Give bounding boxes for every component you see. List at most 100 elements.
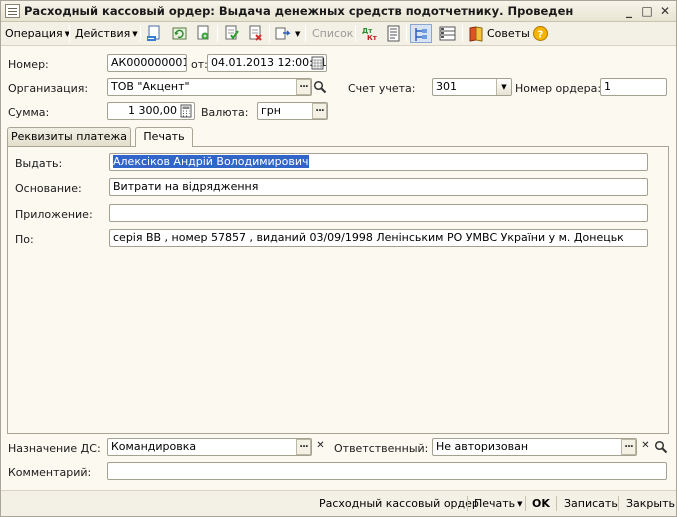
currency-label: Валюта: [201,106,249,119]
search-icon[interactable] [654,440,668,454]
bottom-separator [618,496,619,511]
operation-menu[interactable]: Операция ▼ [5,24,70,43]
toolbar-separator [355,25,356,42]
basis-field[interactable]: Витрати на відрядження [109,178,648,196]
calculator-icon[interactable] [180,104,192,118]
toolbar-separator [305,25,306,42]
actions-menu-label: Действия [75,27,131,40]
minimize-button[interactable]: _ [621,3,637,19]
bottom-separator [556,496,557,511]
print-tab-panel: Выдать: Алексіков Андрій Володимирович О… [7,146,669,434]
chevron-down-icon: ▼ [132,29,138,38]
title-bar: Расходный кассовый ордер: Выдача денежны… [1,1,676,22]
comment-label: Комментарий: [8,466,92,479]
print-menu-label: Печать [474,497,516,510]
document-structure-icon[interactable] [385,25,402,42]
form-settings-icon[interactable] [439,25,456,42]
date-label: от: [191,58,208,71]
tips-book-icon [469,26,483,42]
select-organization-button[interactable]: ... [296,79,311,95]
select-responsible-button[interactable]: ... [621,439,636,455]
print-menu[interactable]: Печать ▼ [474,497,523,510]
document-icon [5,4,20,18]
toolbar-separator [217,25,218,42]
sum-value: 1 300,00 [128,104,177,117]
window-title: Расходный кассовый ордер: Выдача денежны… [24,4,574,18]
account-field[interactable]: 301 ▼ [432,78,512,96]
post-close-icon[interactable] [146,25,163,42]
svg-text:Кт: Кт [367,34,378,42]
unpost-document-icon[interactable] [247,25,264,42]
maximize-button[interactable]: □ [639,3,655,19]
chevron-down-icon: ▼ [517,500,523,508]
issue-to-label: Выдать: [15,157,63,170]
document-window: Расходный кассовый ордер: Выдача денежны… [0,0,677,517]
currency-value: грн [261,104,281,117]
organization-value: ТОВ "Акцент" [111,80,190,93]
toolbar-separator [406,25,407,42]
date-value: 04.01.2013 12:00:01 [211,56,327,69]
sum-field[interactable]: 1 300,00 [107,102,195,120]
sum-label: Сумма: [8,106,50,119]
search-icon[interactable] [313,80,327,94]
account-value: 301 [436,80,457,93]
tab-payment-details[interactable]: Реквизиты платежа [7,127,131,146]
toolbar-separator [462,25,463,42]
toolbar-separator [69,25,70,42]
print-order-button[interactable]: Расходный кассовый ордер [319,497,479,510]
basis-label: Основание: [15,182,82,195]
organization-field[interactable]: ТОВ "Акцент" ... [107,78,312,96]
account-label: Счет учета: [348,82,416,95]
bottom-separator [467,496,468,511]
tips-button[interactable]: Советы [487,24,530,43]
number-label: Номер: [8,58,49,71]
save-button[interactable]: Записать [564,497,618,510]
toolbar-separator [140,25,141,42]
by-document-field[interactable]: серія ВВ , номер 57857 , виданий 03/09/1… [109,229,648,247]
svg-text:?: ? [538,30,544,41]
issue-to-field[interactable]: Алексіков Андрій Володимирович [109,153,648,171]
refresh-icon[interactable] [171,25,188,42]
debit-credit-icon[interactable]: Дт Кт [361,25,378,42]
chevron-down-icon[interactable]: ▼ [496,79,511,95]
chevron-down-icon[interactable]: ▼ [295,30,300,38]
purpose-field[interactable]: Командировка ... [107,438,312,456]
number-field[interactable]: АК000000001 [107,54,187,72]
by-document-label: По: [15,233,34,246]
order-number-field[interactable]: 1 [600,78,667,96]
close-button[interactable]: Закрыть [626,497,675,510]
list-button[interactable]: Список [312,24,353,43]
responsible-field[interactable]: Не авторизован ... [432,438,637,456]
copy-document-icon[interactable] [195,25,212,42]
close-window-button[interactable]: ✕ [657,3,673,19]
toolbar-separator [269,25,270,42]
tab-print[interactable]: Печать [135,127,193,147]
responsible-value: Не авторизован [436,440,529,453]
attachment-label: Приложение: [15,208,93,221]
ok-button[interactable]: OK [532,497,550,510]
help-icon[interactable]: ? [532,25,549,42]
select-purpose-button[interactable]: ... [296,439,311,455]
hierarchy-toggle[interactable] [410,24,432,43]
calendar-icon[interactable] [311,56,324,70]
clear-purpose-icon[interactable]: ✕ [313,439,328,455]
issue-to-value: Алексіков Андрій Володимирович [113,155,309,168]
bottom-command-bar: Расходный кассовый ордер Печать ▼ OK Запи… [1,490,676,516]
operation-menu-label: Операция [5,27,63,40]
organization-label: Организация: [8,82,89,95]
purpose-label: Назначение ДС: [8,442,101,455]
comment-field[interactable] [107,462,667,480]
responsible-label: Ответственный: [334,442,429,455]
actions-menu[interactable]: Действия ▼ [75,24,138,43]
bottom-separator [525,496,526,511]
clear-responsible-icon[interactable]: ✕ [638,439,653,455]
toolbar: Операция ▼ Действия ▼ ▼ Список Дт Кт Сов… [1,22,676,46]
currency-field[interactable]: грн ... [257,102,328,120]
attachment-field[interactable] [109,204,648,222]
based-on-icon[interactable] [275,25,292,42]
hierarchy-icon [415,28,427,41]
post-document-icon[interactable] [223,25,240,42]
select-currency-button[interactable]: ... [312,103,327,119]
purpose-value: Командировка [111,440,197,453]
date-field[interactable]: 04.01.2013 12:00:01 [207,54,327,72]
